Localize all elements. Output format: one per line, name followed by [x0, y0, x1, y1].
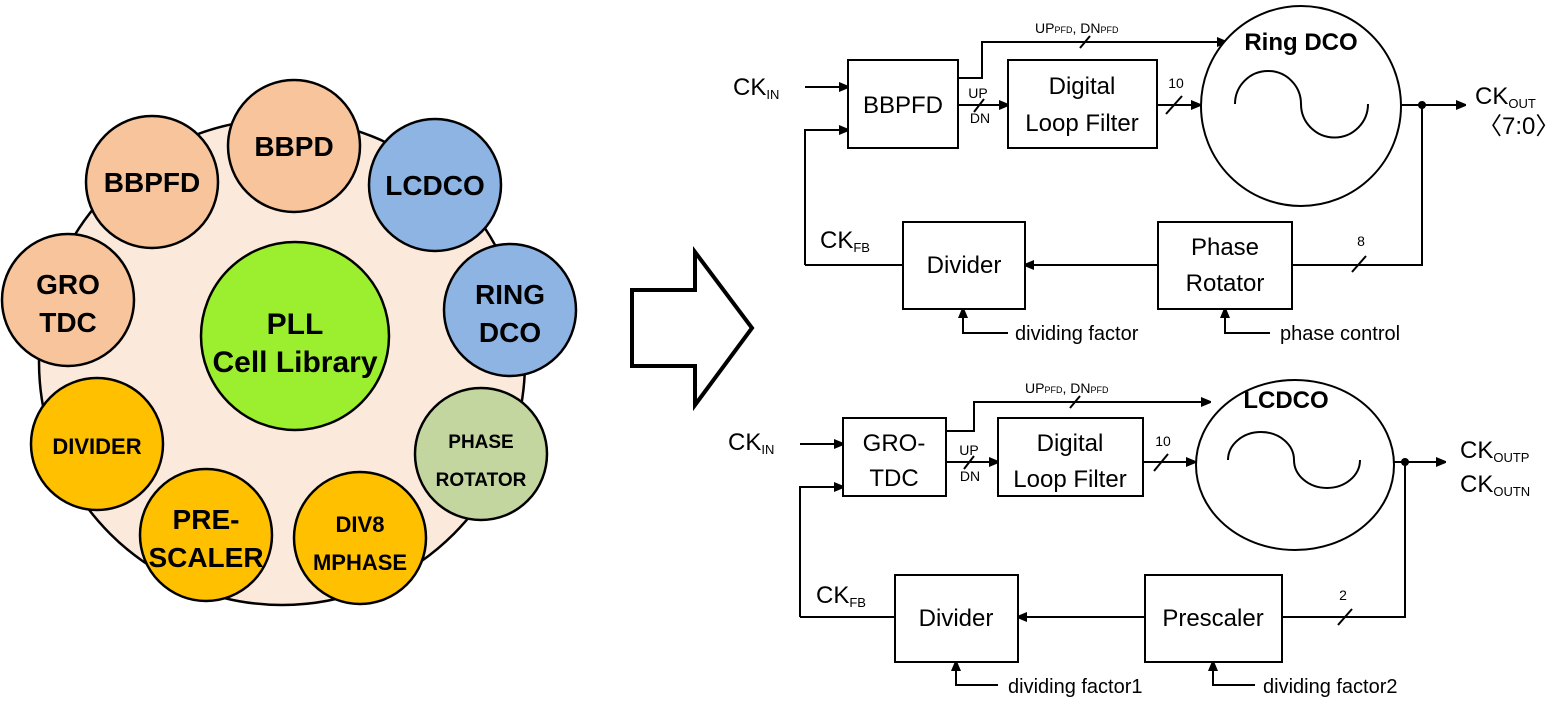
library-cell-divider: DIVIDER — [29, 376, 165, 512]
dlf-line1: Digital — [1037, 430, 1104, 457]
up-label: UP — [968, 85, 987, 101]
cell-line2: MPHASE — [313, 550, 407, 575]
library-cell-phase: PHASE ROTATOR — [413, 386, 549, 522]
cell-line2: DCO — [479, 317, 541, 348]
prescaler-label: Prescaler — [1162, 605, 1263, 632]
ck-outn-label: CKOUTN — [1460, 471, 1530, 499]
prescaler-bits-label: 2 — [1339, 587, 1347, 603]
dividing-factor-label: dividing factor — [1015, 323, 1139, 345]
cell-line2: SCALER — [148, 542, 263, 573]
center-line1: PLL — [267, 308, 324, 341]
library-cell-div8: DIV8 MPHASE — [292, 470, 428, 606]
library-cell-ring: RING DCO — [442, 242, 578, 378]
cell-line1: DIVIDER — [52, 434, 141, 459]
ck-fb-label: CKFB — [816, 582, 866, 610]
cell-line2: TDC — [39, 307, 97, 338]
dlf-bits-label: 10 — [1168, 75, 1184, 91]
library-cell-lcdco: LCDCO — [367, 117, 503, 253]
cell-line1: PHASE — [448, 432, 513, 453]
dn-label: DN — [960, 468, 980, 484]
dividing-factor1-label: dividing factor1 — [1008, 676, 1143, 698]
cell-line1: PRE- — [173, 504, 240, 535]
dlf-line2: Loop Filter — [1013, 466, 1126, 493]
library-cell-bbpd: BBPD — [226, 78, 362, 214]
dlf-line1: Digital — [1049, 73, 1116, 100]
ck-outp-label: CKOUTP — [1460, 437, 1529, 465]
dividing-factor2-label: dividing factor2 — [1263, 676, 1398, 698]
ck-in-label: CKIN — [733, 74, 779, 102]
cell-line2: ROTATOR — [436, 470, 527, 491]
ring-dco-label: Ring DCO — [1244, 29, 1357, 56]
rotator-line2: Rotator — [1186, 270, 1265, 297]
ck-in-label: CKIN — [728, 429, 774, 457]
cell-line1: LCDCO — [385, 170, 485, 201]
tdc-line2: TDC — [869, 465, 918, 492]
up-label: UP — [959, 442, 978, 458]
cell-line1: BBPD — [254, 131, 333, 162]
ring-pll-diagram: CKIN BBPFD UPPFD, DNPFD UP DN Digital Lo… — [733, 5, 1555, 345]
ck-out-range: 〈7:0〉 — [1478, 113, 1555, 140]
divider-label: Divider — [919, 605, 994, 632]
cell-line1: RING — [475, 279, 545, 310]
library-cell-bbpfd: BBPFD — [84, 114, 220, 250]
ck-out-label: CKOUT — [1475, 83, 1536, 111]
lcdco-label: LCDCO — [1243, 387, 1328, 414]
library-cell-gro: GRO TDC — [0, 232, 136, 368]
cell-line1: DIV8 — [336, 512, 385, 537]
pfd-bus-label: UPPFD, DNPFD — [1025, 380, 1109, 396]
center-cell: PLL Cell Library — [199, 240, 391, 432]
cell-line1: BBPFD — [104, 167, 200, 198]
bbpfd-label: BBPFD — [863, 92, 943, 119]
library-cell-pre: PRE- SCALER — [138, 467, 274, 603]
cell-library: BBPD BBPFD LCDCO GRO TDC RING DCO DIVIDER PHASE R… — [0, 78, 578, 607]
pll-figure: BBPD BBPFD LCDCO GRO TDC RING DCO DIVIDER PHASE R… — [0, 5, 1555, 698]
center-line2: Cell Library — [212, 346, 377, 379]
dn-label: DN — [970, 110, 990, 126]
transform-arrow-icon — [630, 246, 755, 412]
cell-line1: GRO — [36, 269, 100, 300]
divider-label: Divider — [927, 252, 1002, 279]
dlf-line2: Loop Filter — [1025, 110, 1138, 137]
phase-control-label: phase control — [1280, 323, 1400, 345]
tdc-line1: GRO- — [863, 430, 926, 457]
ck-fb-label: CKFB — [820, 227, 870, 255]
dlf-bits-label: 10 — [1155, 433, 1171, 449]
phase-bits-label: 8 — [1357, 233, 1365, 249]
lc-pll-diagram: CKIN GRO- TDC UPPFD, DNPFD UP DN Digital… — [728, 379, 1530, 698]
rotator-line1: Phase — [1191, 234, 1259, 261]
pfd-bus-label: UPPFD, DNPFD — [1035, 20, 1119, 36]
